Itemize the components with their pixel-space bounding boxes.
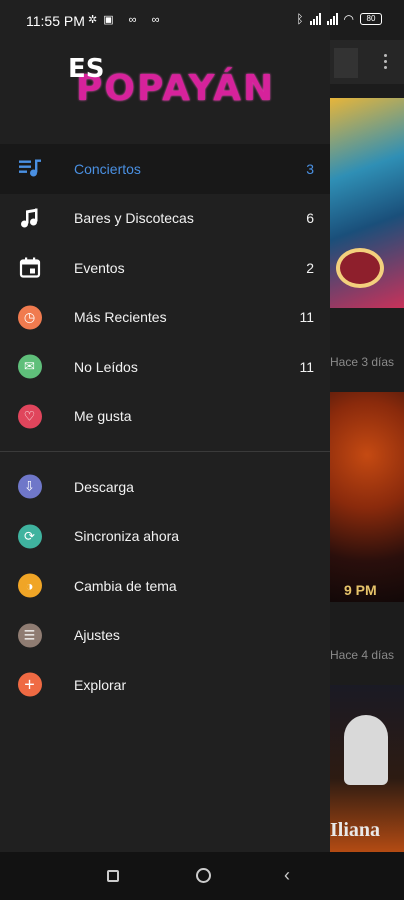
status-bar: 11:55 PM ✲▣ ∞ ∞ ᛒ ◠ 80 — [0, 0, 404, 40]
logo-name: POPAYÁN — [76, 68, 276, 109]
menu-item-label: Sincroniza ahora — [74, 528, 180, 545]
music-note-icon — [17, 206, 42, 231]
menu-item-label: Me gusta — [74, 408, 132, 425]
app-logo: POPAYÁN ES — [68, 52, 273, 112]
signal-icon — [309, 13, 321, 25]
menu-item-label: No Leídos — [74, 358, 138, 375]
article-card-image[interactable] — [330, 98, 404, 308]
menu-item-count: 2 — [306, 259, 314, 276]
calendar-icon — [17, 255, 42, 280]
recents-button[interactable] — [107, 870, 119, 882]
clock-icon: ◷ — [17, 305, 42, 330]
menu-item-label: Más Recientes — [74, 309, 167, 326]
menu-item-me-gusta[interactable]: ♡ Me gusta — [0, 392, 330, 442]
bluetooth-icon: ᛒ — [296, 12, 304, 26]
battery-icon: 80 — [360, 13, 382, 25]
download-icon: ⇩ — [17, 474, 42, 499]
card-text: Iliana — [330, 819, 381, 841]
system-icons: ᛒ ◠ 80 — [296, 12, 382, 26]
signal-icon — [326, 13, 338, 25]
menu-item-label: Eventos — [74, 259, 125, 276]
menu-item-mas-recientes[interactable]: ◷ Más Recientes 11 — [0, 293, 330, 343]
article-card-image[interactable]: Iliana — [330, 685, 404, 855]
playlist-music-icon — [17, 156, 42, 181]
menu-item-descarga[interactable]: ⇩ Descarga — [0, 462, 330, 512]
background-toolbar — [330, 40, 404, 84]
status-time: 11:55 PM — [26, 13, 85, 29]
menu-item-label: Bares y Discotecas — [74, 210, 194, 227]
menu-item-cambia-tema[interactable]: ◑ Cambia de tema — [0, 561, 330, 611]
wifi-icon: ◠ — [343, 12, 354, 26]
plus-icon: + — [17, 672, 42, 697]
menu-item-label: Cambia de tema — [74, 577, 177, 594]
card-text: 9 PM — [344, 582, 377, 598]
heart-icon: ♡ — [17, 404, 42, 429]
article-time-label: Hace 4 días — [330, 648, 395, 662]
menu-item-conciertos[interactable]: Conciertos 3 — [0, 144, 330, 194]
menu-item-bares-discotecas[interactable]: Bares y Discotecas 6 — [0, 194, 330, 244]
overflow-menu-icon[interactable] — [384, 54, 388, 72]
menu-item-eventos[interactable]: Eventos 2 — [0, 243, 330, 293]
menu-item-label: Explorar — [74, 676, 127, 693]
navigation-drawer: POPAYÁN ES Conciertos 3 Bares y Discotec… — [0, 0, 330, 852]
menu-item-sincroniza-ahora[interactable]: ⟳ Sincroniza ahora — [0, 512, 330, 562]
article-time-label: Hace 3 días — [330, 355, 395, 369]
menu-item-count: 11 — [299, 358, 314, 375]
settings-sliders-icon: ☰ — [17, 623, 42, 648]
drawer-menu: Conciertos 3 Bares y Discotecas 6 Evento… — [0, 144, 330, 710]
menu-item-explorar[interactable]: + Explorar — [0, 660, 330, 710]
menu-item-label: Conciertos — [74, 160, 141, 177]
sync-icon: ⟳ — [17, 524, 42, 549]
menu-item-count: 3 — [306, 160, 314, 177]
article-card-image[interactable]: 9 PM — [330, 392, 404, 602]
menu-item-count: 11 — [299, 309, 314, 326]
menu-item-count: 6 — [306, 210, 314, 227]
background-toolbar-item — [334, 48, 358, 78]
logo-prefix: ES — [68, 54, 105, 84]
system-navigation-bar: ‹ — [0, 852, 404, 900]
menu-item-ajustes[interactable]: ☰ Ajustes — [0, 611, 330, 661]
menu-divider — [0, 451, 330, 452]
back-button[interactable]: ‹ — [284, 865, 290, 886]
home-button[interactable] — [196, 868, 211, 883]
menu-item-label: Descarga — [74, 478, 134, 495]
unread-mail-icon: ✉ — [17, 354, 42, 379]
drum-illustration — [336, 248, 384, 288]
notification-icons: ✲▣ ∞ ∞ — [88, 14, 166, 26]
menu-item-no-leidos[interactable]: ✉ No Leídos 11 — [0, 342, 330, 392]
menu-item-label: Ajustes — [74, 627, 120, 644]
person-illustration — [344, 715, 388, 785]
theme-icon: ◑ — [17, 573, 42, 598]
